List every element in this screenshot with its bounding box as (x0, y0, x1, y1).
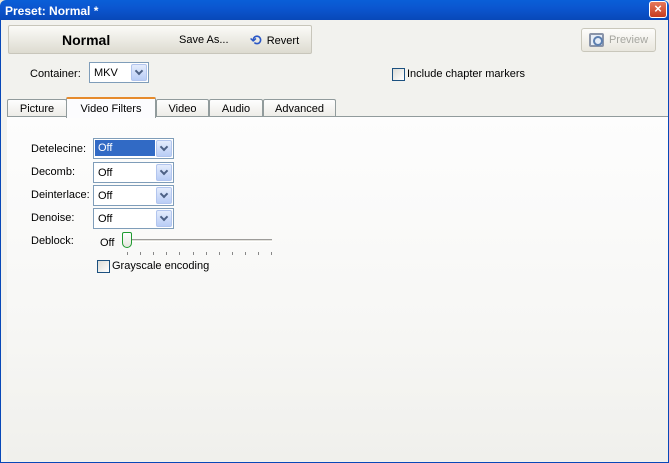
slider-tick (232, 252, 233, 255)
slider-tick (271, 252, 272, 255)
slider-tick (258, 252, 259, 255)
close-icon: × (654, 1, 662, 16)
chevron-down-icon (159, 166, 169, 176)
deinterlace-select[interactable]: Off (93, 185, 174, 206)
detelecine-select[interactable]: Off (93, 138, 174, 159)
detelecine-dropdown-button[interactable] (156, 140, 172, 157)
grayscale-label: Grayscale encoding (112, 260, 210, 272)
slider-tick (127, 252, 128, 255)
chevron-down-icon (159, 212, 169, 222)
preset-toolbar: Normal Save As... ⟲ Revert (8, 25, 312, 54)
grayscale-checkbox[interactable] (97, 260, 110, 273)
slider-tick (166, 252, 167, 255)
chevron-down-icon (134, 66, 144, 76)
window-titlebar: Preset: Normal * × (0, 0, 669, 20)
deinterlace-value: Off (98, 190, 113, 202)
tab-advanced[interactable]: Advanced (263, 99, 336, 117)
chapter-markers-checkbox[interactable] (392, 68, 405, 81)
slider-tick (219, 252, 220, 255)
slider-tick (140, 252, 141, 255)
tab-label: Audio (221, 103, 251, 115)
denoise-value: Off (98, 213, 113, 225)
container-dropdown-button[interactable] (131, 64, 147, 81)
tab-label: Video Filters (80, 103, 142, 115)
slider-tick (153, 252, 154, 255)
tab-video-filters[interactable]: Video Filters (66, 97, 156, 118)
slider-tick (245, 252, 246, 255)
detelecine-label: Detelecine: (31, 143, 87, 155)
deblock-slider-thumb[interactable] (122, 232, 132, 248)
revert-button[interactable]: ⟲ Revert (250, 32, 299, 49)
decomb-dropdown-button[interactable] (156, 164, 172, 181)
deblock-value: Off (100, 237, 115, 249)
denoise-label: Denoise: (31, 212, 75, 224)
revert-label: Revert (266, 34, 300, 47)
tab-audio[interactable]: Audio (209, 99, 263, 117)
undo-icon: ⟲ (250, 32, 262, 48)
denoise-select[interactable]: Off (93, 208, 174, 229)
preset-name: Normal (62, 32, 111, 48)
container-value: MKV (94, 67, 118, 79)
preset-window: Normal Save As... ⟲ Revert Preview Conta… (0, 20, 669, 463)
close-button[interactable]: × (649, 1, 667, 18)
deblock-label: Deblock: (31, 235, 74, 247)
preview-label: Preview (608, 34, 649, 46)
chevron-down-icon (159, 142, 169, 152)
preview-button[interactable]: Preview (581, 28, 656, 52)
denoise-dropdown-button[interactable] (156, 210, 172, 227)
slider-tick (179, 252, 180, 255)
deinterlace-dropdown-button[interactable] (156, 187, 172, 204)
slider-tick (206, 252, 207, 255)
detelecine-value: Off (95, 140, 155, 156)
decomb-value: Off (98, 167, 113, 179)
tab-label: Video (168, 103, 197, 115)
decomb-label: Decomb: (31, 166, 76, 178)
deinterlace-label: Deinterlace: (31, 189, 90, 201)
save-as-button[interactable]: Save As... (179, 34, 229, 46)
tab-label: Picture (19, 103, 55, 115)
deblock-slider-track[interactable] (126, 239, 272, 242)
chevron-down-icon (159, 189, 169, 199)
slider-tick (193, 252, 194, 255)
window-title: Preset: Normal * (5, 4, 99, 18)
decomb-select[interactable]: Off (93, 162, 174, 183)
chapter-markers-label: Include chapter markers (407, 68, 525, 80)
tab-picture[interactable]: Picture (7, 99, 67, 117)
container-select[interactable]: MKV (89, 62, 149, 83)
tab-label: Advanced (275, 103, 324, 115)
preview-icon (588, 33, 604, 47)
tab-video[interactable]: Video (156, 99, 209, 117)
container-label: Container: (30, 68, 81, 80)
